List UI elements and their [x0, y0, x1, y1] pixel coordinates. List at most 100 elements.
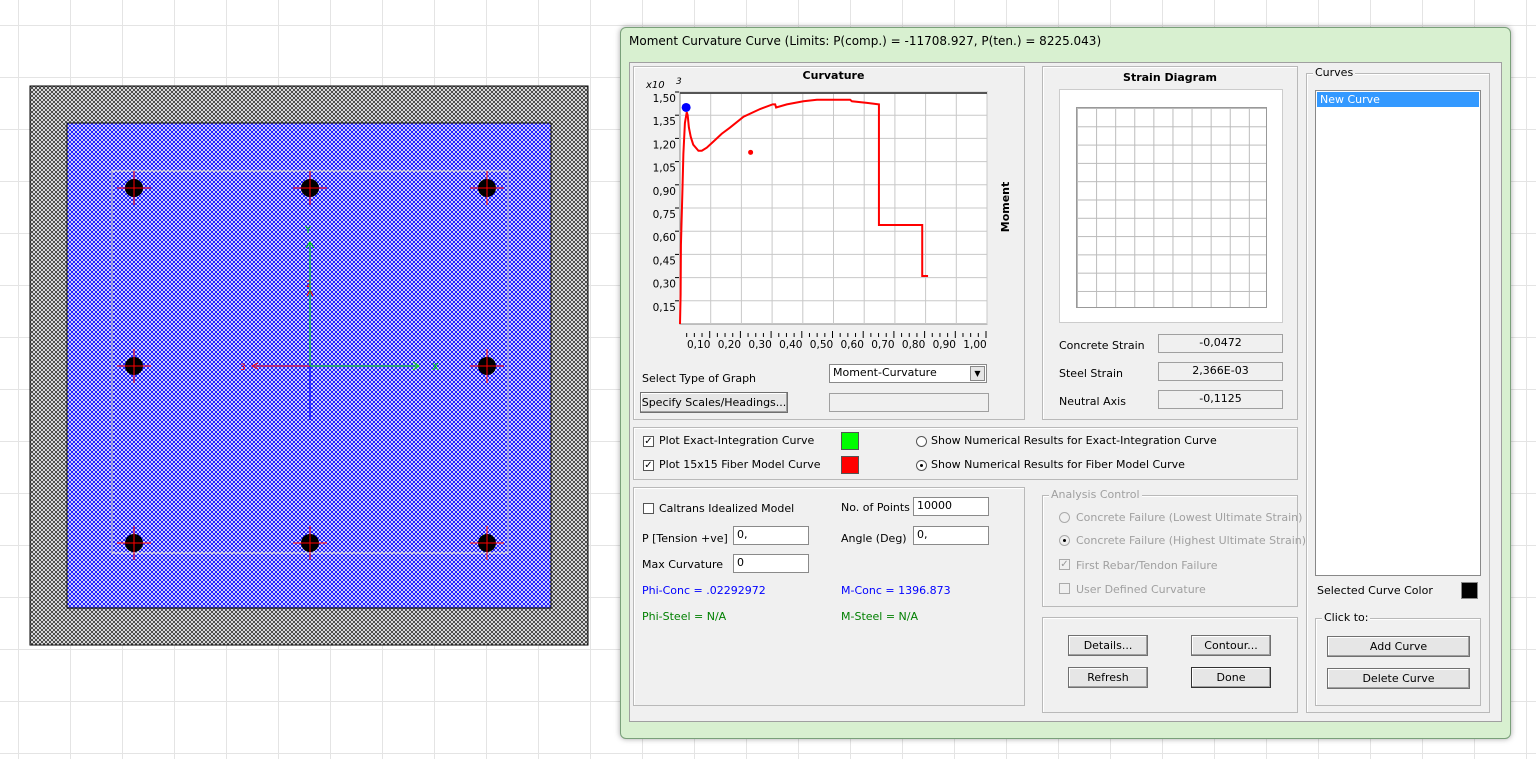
dialog-title: Moment Curvature Curve (Limits: P(comp.)…	[629, 34, 1102, 48]
y-tick-label: 0,75	[653, 209, 676, 221]
phi-steel-text: Phi-Steel = N/A	[642, 610, 727, 623]
moment-curvature-chart: Curvature 0,10 0,20 0,30 0,40 0,50 0,60 0,70 0,8…	[645, 69, 1012, 351]
x-tick-label: 0,30	[748, 339, 771, 351]
user-curvature-checkbox[interactable]	[1059, 583, 1070, 594]
y-tick-label: 1,50	[653, 93, 676, 105]
steel-strain-label: Steel Strain	[1059, 367, 1123, 380]
show-fiber-radio[interactable]	[916, 460, 927, 471]
plot-exact-checkbox[interactable]: ✓	[643, 436, 654, 447]
x-tick-label: 1,00	[963, 339, 986, 351]
details-button[interactable]: Details...	[1068, 635, 1148, 656]
fiber-color-swatch[interactable]	[841, 456, 859, 474]
graph-type-value: Moment-Curvature	[833, 366, 937, 379]
actions-group: Details... Contour... Refresh Done	[1042, 617, 1298, 713]
y-tick-label: 1,20	[653, 139, 676, 151]
p-input[interactable]: 0,	[733, 526, 809, 545]
click-to-group: Click to: Add Curve Delete Curve	[1315, 611, 1481, 706]
refresh-button[interactable]: Refresh	[1068, 667, 1148, 688]
highest-strain-radio[interactable]	[1059, 535, 1070, 546]
global-x-label: X	[432, 362, 439, 373]
y-tick-label: 1,05	[653, 163, 676, 175]
plot-fiber-label: Plot 15x15 Fiber Model Curve	[659, 458, 821, 471]
curve-color-swatch[interactable]	[1461, 582, 1478, 599]
angle-label: Angle (Deg)	[841, 532, 907, 545]
parameters-group: Caltrans Idealized Model No. of Points 1…	[633, 487, 1025, 706]
y-exponent: 3	[676, 77, 682, 87]
lowest-strain-radio[interactable]	[1059, 512, 1070, 523]
selected-curve-color-label: Selected Curve Color	[1317, 584, 1433, 597]
user-curvature-label: User Defined Curvature	[1076, 583, 1206, 596]
heading-field	[829, 393, 989, 412]
graph-type-select[interactable]: Moment-Curvature ▼	[829, 364, 987, 383]
strain-diagram-plot	[1059, 89, 1283, 323]
delete-curve-button[interactable]: Delete Curve	[1327, 668, 1470, 689]
y-tick-label: 0,90	[653, 186, 676, 198]
curves-group: Curves New Curve Selected Curve Color Cl…	[1306, 66, 1490, 713]
strain-diagram-group: Strain Diagram Concrete Strain -0,0472 S…	[1042, 66, 1298, 420]
y-tick-label: 0,45	[653, 255, 676, 267]
analysis-control-title: Analysis Control	[1049, 488, 1142, 501]
strain-diagram-title: Strain Diagram	[1123, 71, 1217, 84]
y-tick-label: 0,60	[653, 232, 676, 244]
rebar-failure-label: First Rebar/Tendon Failure	[1076, 559, 1218, 572]
exact-color-swatch[interactable]	[841, 432, 859, 450]
analysis-control-group: Analysis Control Concrete Failure (Lowes…	[1042, 488, 1306, 607]
x-tick-label: 0,50	[810, 339, 833, 351]
moment-curvature-dialog: Moment Curvature Curve (Limits: P(comp.)…	[620, 27, 1511, 739]
y-multiplier: x10	[645, 80, 665, 91]
curves-list[interactable]: New Curve	[1315, 90, 1481, 576]
strain-grid	[1076, 107, 1267, 308]
rebar-failure-checkbox[interactable]: ✓	[1059, 559, 1070, 570]
show-exact-label: Show Numerical Results for Exact-Integra…	[931, 434, 1217, 447]
plot-exact-label: Plot Exact-Integration Curve	[659, 434, 815, 447]
result-point-marker	[748, 149, 754, 155]
x-tick-label: 0,20	[718, 339, 741, 351]
plot-options-group: ✓ Plot Exact-Integration Curve ✓ Plot 15…	[633, 427, 1298, 480]
points-input[interactable]: 10000	[913, 497, 989, 516]
y-tick-label: 0,15	[653, 302, 676, 314]
contour-button[interactable]: Contour...	[1191, 635, 1271, 656]
points-label: No. of Points	[841, 501, 910, 514]
plot-fiber-checkbox[interactable]: ✓	[643, 460, 654, 471]
caltrans-checkbox[interactable]	[643, 503, 654, 514]
concrete-strain-label: Concrete Strain	[1059, 339, 1145, 352]
caltrans-label: Caltrans Idealized Model	[659, 502, 795, 515]
curves-title: Curves	[1313, 66, 1356, 79]
x-tick-label: 0,60	[841, 339, 864, 351]
current-point-marker	[681, 102, 691, 112]
show-fiber-label: Show Numerical Results for Fiber Model C…	[931, 458, 1185, 471]
concrete-strain-value: -0,0472	[1158, 334, 1283, 353]
neutral-axis-label: Neutral Axis	[1059, 395, 1126, 408]
y-axis-label: Moment	[999, 182, 1012, 233]
x-tick-label: 0,10	[687, 339, 710, 351]
global-y-label: Y	[304, 225, 312, 236]
x-tick-label: 0,80	[902, 339, 925, 351]
show-exact-radio[interactable]	[916, 436, 927, 447]
add-curve-button[interactable]: Add Curve	[1327, 636, 1470, 657]
x-tick-label: 0,40	[779, 339, 802, 351]
max-curvature-input[interactable]: 0	[733, 554, 809, 573]
angle-input[interactable]: 0,	[913, 526, 989, 545]
x-tick-label: 0,90	[933, 339, 956, 351]
local-3-label: 3	[240, 363, 246, 373]
phi-conc-text: Phi-Conc = .02292972	[642, 584, 766, 597]
p-label: P [Tension +ve]	[642, 532, 728, 545]
section-canvas[interactable]: 2 3 X Y	[0, 0, 610, 759]
curve-item-new-curve[interactable]: New Curve	[1317, 92, 1479, 107]
curvature-chart-group: Curvature 0,10 0,20 0,30 0,40 0,50 0,60 0,70 0,8…	[633, 66, 1025, 420]
lowest-strain-label: Concrete Failure (Lowest Ultimate Strain…	[1076, 511, 1303, 524]
neutral-axis-value: -0,1125	[1158, 390, 1283, 409]
local-2-label: 2	[306, 280, 312, 290]
graph-type-label: Select Type of Graph	[642, 372, 757, 385]
highest-strain-label: Concrete Failure (Highest Ultimate Strai…	[1076, 534, 1307, 547]
m-steel-text: M-Steel = N/A	[841, 610, 919, 623]
done-button[interactable]: Done	[1191, 667, 1271, 688]
m-conc-text: M-Conc = 1396.873	[841, 584, 951, 597]
chevron-down-icon[interactable]: ▼	[970, 366, 985, 381]
steel-strain-value: 2,366E-03	[1158, 362, 1283, 381]
dialog-client: Curvature 0,10 0,20 0,30 0,40 0,50 0,60 0,70 0,8…	[629, 62, 1502, 722]
chart-title: Curvature	[803, 69, 865, 82]
y-tick-label: 1,35	[653, 116, 676, 128]
specify-scales-button[interactable]: Specify Scales/Headings...	[640, 392, 788, 413]
click-to-label: Click to:	[1322, 611, 1371, 624]
